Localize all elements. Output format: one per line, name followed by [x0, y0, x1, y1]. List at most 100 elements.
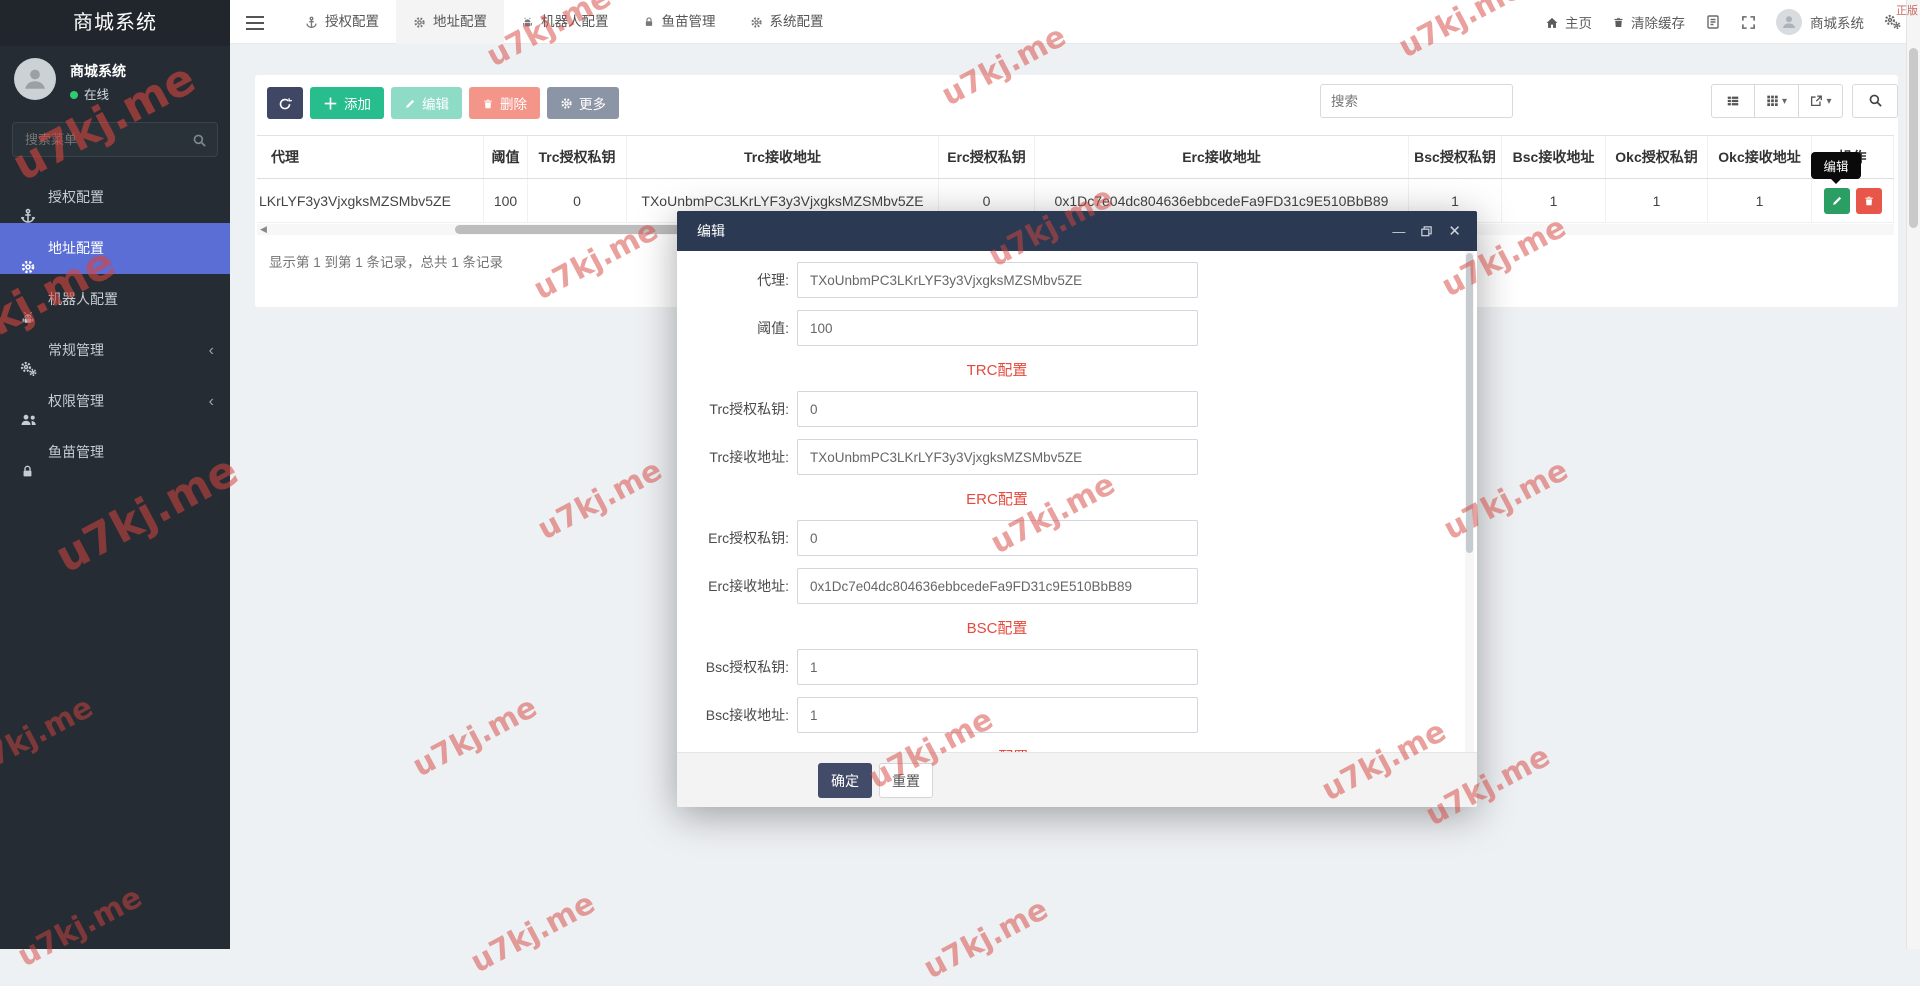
erc-key-input[interactable]: [797, 520, 1198, 556]
trc-address-input[interactable]: [797, 439, 1198, 475]
table-search-input[interactable]: [1320, 84, 1513, 118]
field-label: 代理:: [757, 272, 789, 288]
page-scrollbar[interactable]: [1906, 0, 1920, 949]
edit-tooltip: 编辑: [1811, 152, 1861, 184]
confirm-button[interactable]: 确定: [818, 763, 872, 798]
language-icon[interactable]: [1705, 14, 1721, 30]
refresh-icon: [278, 95, 292, 110]
erc-section-heading: ERC配置: [966, 491, 1028, 508]
caret-down-icon: ▾: [1826, 95, 1832, 107]
form-row-bsc-address: Bsc接收地址:: [677, 697, 1477, 733]
tab-地址配置[interactable]: 地址配置: [396, 0, 504, 44]
delete-button[interactable]: 删除: [469, 87, 541, 119]
column-header: Okc接收地址: [1708, 136, 1812, 178]
chevron-left-icon: ‹: [208, 342, 214, 359]
okc-section-heading: OKC配置: [677, 745, 1317, 752]
add-button[interactable]: ＋添加: [310, 87, 385, 119]
edit-button[interactable]: 编辑: [391, 87, 463, 119]
search-icon: [1868, 92, 1883, 110]
form-row-trc-key: Trc授权私钥:: [677, 391, 1477, 427]
maximize-icon[interactable]: [1420, 224, 1433, 238]
sidebar-item-权限管理[interactable]: 权限管理 ‹: [0, 376, 230, 427]
app-title: 商城系统: [0, 0, 230, 46]
person-icon: [25, 69, 45, 89]
sidebar-item-常规管理[interactable]: 常规管理 ‹: [0, 325, 230, 377]
close-icon[interactable]: ✕: [1448, 224, 1461, 239]
window-controls: — ✕: [1392, 211, 1461, 251]
more-button[interactable]: 更多: [547, 87, 620, 119]
erc-address-input[interactable]: [797, 568, 1198, 604]
sidebar-search: [12, 122, 218, 157]
refresh-button[interactable]: [267, 87, 303, 119]
cogs-icon[interactable]: [1884, 14, 1902, 30]
columns-button[interactable]: ▾: [1755, 84, 1799, 118]
toggle-view-button[interactable]: [1711, 84, 1755, 118]
search-icon[interactable]: [192, 132, 207, 150]
dialog-body: 代理: 阈值: TRC配置 Trc授权私钥: Trc接收地址: ERC配置 Er…: [677, 251, 1477, 752]
sidebar-item-鱼苗管理[interactable]: 鱼苗管理: [0, 427, 230, 478]
sidebar-item-机器人配置[interactable]: 机器人配置: [0, 274, 230, 325]
column-header: 代理: [257, 136, 484, 178]
sidebar-item-label: 地址配置: [48, 240, 104, 256]
reset-button[interactable]: 重置: [879, 763, 933, 798]
gear-icon: [560, 96, 573, 111]
column-header: Okc授权私钥: [1606, 136, 1708, 178]
scrollbar-thumb[interactable]: [1466, 253, 1473, 553]
watermark: u7kj.me: [464, 885, 602, 981]
watermark: u7kj.me: [406, 689, 544, 785]
sidebar-item-label: 授权配置: [48, 189, 104, 205]
dialog-title: 编辑: [697, 223, 725, 239]
navbar-right: 主页 清除缓存 商城系统: [1545, 0, 1902, 44]
sidebar-item-授权配置[interactable]: 授权配置: [0, 172, 230, 224]
pencil-icon: [404, 96, 416, 111]
table-cell: 1: [1708, 179, 1812, 222]
column-header: 阈值: [484, 136, 528, 178]
export-button[interactable]: ▾: [1799, 84, 1843, 118]
bsc-section-heading: BSC配置: [966, 620, 1028, 637]
sidebar-search-input[interactable]: [13, 123, 183, 156]
search-toggle-button[interactable]: [1852, 84, 1898, 118]
fullscreen-icon[interactable]: [1741, 15, 1756, 30]
row-actions-cell: [1812, 179, 1894, 222]
lock-icon: [20, 445, 36, 496]
trc-key-input[interactable]: [797, 391, 1198, 427]
trash-icon: [482, 96, 494, 111]
user-menu[interactable]: 商城系统: [1776, 9, 1864, 35]
tab-鱼苗管理[interactable]: 鱼苗管理: [626, 0, 733, 44]
scrollbar-thumb[interactable]: [1909, 48, 1918, 228]
vertical-scrollbar[interactable]: [1465, 251, 1474, 752]
tab-机器人配置[interactable]: 机器人配置: [504, 0, 626, 44]
tab-系统配置[interactable]: 系统配置: [733, 0, 841, 44]
nav-tabs: 授权配置 地址配置 机器人配置 鱼苗管理 系统配置: [288, 0, 841, 44]
sidebar-item-地址配置[interactable]: 地址配置: [0, 223, 230, 274]
row-delete-button[interactable]: [1855, 187, 1882, 214]
pencil-icon: [1832, 196, 1841, 205]
sidebar-item-label: 机器人配置: [48, 291, 118, 307]
clear-cache-link[interactable]: 清除缓存: [1612, 12, 1685, 32]
table-cell: LKrLYF3y3VjxgksMZSMbv5ZE: [257, 179, 484, 222]
scroll-left-arrow-icon[interactable]: ◀: [260, 224, 267, 235]
dialog-header[interactable]: 编辑 — ✕: [677, 211, 1477, 251]
home-link[interactable]: 主页: [1545, 12, 1592, 32]
field-label: Bsc授权私钥:: [705, 659, 789, 675]
lock-icon: [643, 14, 655, 29]
column-header: Bsc接收地址: [1502, 136, 1606, 178]
gear-icon: [413, 14, 426, 29]
agent-input[interactable]: [797, 262, 1198, 298]
tab-授权配置[interactable]: 授权配置: [288, 0, 396, 44]
field-label: Trc接收地址:: [709, 449, 789, 465]
sidebar-item-label: 权限管理: [48, 393, 104, 409]
form-row-bsc-key: Bsc授权私钥:: [677, 649, 1477, 685]
record-summary: 显示第 1 到第 1 条记录，总共 1 条记录: [269, 255, 504, 270]
bsc-address-input[interactable]: [797, 697, 1198, 733]
menu-toggle-icon[interactable]: [246, 12, 266, 34]
column-header: Erc授权私钥: [939, 136, 1035, 178]
watermark: u7kj.me: [531, 452, 669, 548]
grid-icon: [1766, 92, 1779, 110]
column-header: Erc接收地址: [1035, 136, 1409, 178]
threshold-input[interactable]: [797, 310, 1198, 346]
form-row-threshold: 阈值:: [677, 310, 1477, 346]
minimize-icon[interactable]: —: [1392, 225, 1405, 238]
bsc-key-input[interactable]: [797, 649, 1198, 685]
row-edit-button[interactable]: [1823, 187, 1850, 214]
